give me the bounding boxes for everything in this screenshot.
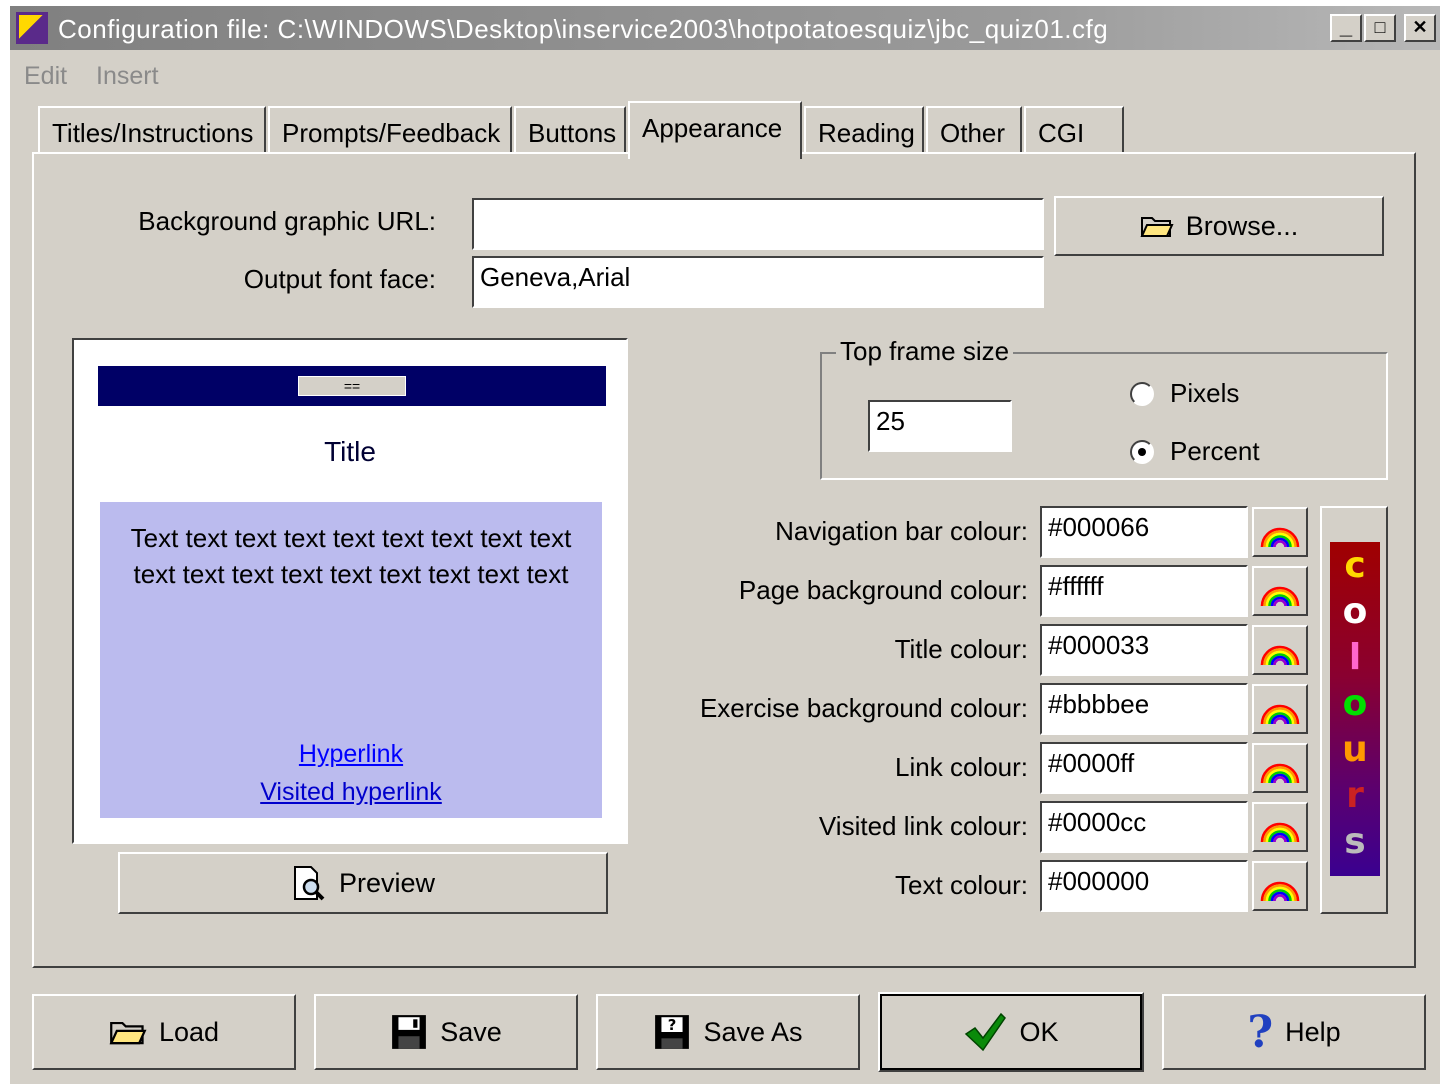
folder-open-icon <box>109 1021 147 1045</box>
help-button[interactable]: ? Help <box>1162 994 1426 1070</box>
folder-icon <box>1140 217 1174 237</box>
colour-label: Page background colour: <box>738 575 1028 605</box>
tab-titles-instructions[interactable]: Titles/Instructions <box>38 106 266 154</box>
tab-buttons[interactable]: Buttons <box>514 106 626 154</box>
colour-picker-button[interactable] <box>1252 566 1308 616</box>
preview-button[interactable]: Preview <box>118 852 608 914</box>
appearance-preview: == Title Text text text text text text t… <box>72 338 628 844</box>
colour-label: Visited link colour: <box>818 811 1028 841</box>
tab-reading[interactable]: Reading <box>804 106 924 154</box>
colour-picker-button[interactable] <box>1252 684 1308 734</box>
preview-hyperlink: Hyperlink <box>298 740 404 768</box>
colour-input[interactable]: #ffffff <box>1040 565 1248 617</box>
percent-radio[interactable] <box>1130 440 1154 464</box>
rainbow-icon <box>1258 515 1302 554</box>
colour-picker-button[interactable] <box>1252 861 1308 911</box>
colour-input[interactable]: #000066 <box>1040 506 1248 558</box>
percent-label: Percent <box>1170 436 1260 466</box>
menu-insert[interactable]: Insert <box>96 62 159 91</box>
colour-picker-button[interactable] <box>1252 625 1308 675</box>
pixels-radio[interactable] <box>1130 382 1154 406</box>
title-bar[interactable]: Configuration file: C:\WINDOWS\Desktop\i… <box>10 6 1440 50</box>
menu-bar: Edit Insert <box>10 56 1440 96</box>
menu-edit[interactable]: Edit <box>24 62 67 91</box>
checkmark-icon <box>965 1012 1007 1052</box>
pixels-label: Pixels <box>1170 378 1240 408</box>
colour-label: Navigation bar colour: <box>775 516 1028 546</box>
bg-url-label: Background graphic URL: <box>138 206 436 236</box>
preview-exercise-area: Text text text text text text text text … <box>100 502 602 818</box>
close-button[interactable]: ✕ <box>1404 14 1436 42</box>
preview-nav-bar: == <box>98 366 606 406</box>
colour-input[interactable]: #000033 <box>1040 624 1248 676</box>
colour-label: Title colour: <box>894 634 1028 664</box>
colours-graphic: colours <box>1330 542 1380 876</box>
colour-label: Text colour: <box>895 870 1028 900</box>
colour-label: Exercise background colour: <box>699 693 1028 723</box>
minimize-button[interactable]: _ <box>1330 14 1362 42</box>
preview-body-text: Text text text text text text text text … <box>130 523 572 589</box>
help-question-icon: ? <box>1247 1006 1274 1058</box>
app-icon <box>16 12 48 44</box>
save-button[interactable]: Save <box>314 994 578 1070</box>
colours-button[interactable]: colours <box>1320 506 1388 914</box>
floppy-disk-icon <box>392 1015 427 1049</box>
tab-appearance[interactable]: Appearance <box>628 101 802 159</box>
colours-letter: o <box>1342 591 1368 632</box>
browse-button[interactable]: Browse... <box>1054 196 1384 256</box>
colour-picker-button[interactable] <box>1252 507 1308 557</box>
font-face-label: Output font face: <box>243 264 436 294</box>
colour-picker-button[interactable] <box>1252 743 1308 793</box>
top-frame-size-group: Top frame size 25 Pixels Percent <box>820 336 1388 480</box>
rainbow-icon <box>1258 574 1302 613</box>
tab-prompts-feedback[interactable]: Prompts/Feedback <box>268 106 512 154</box>
rainbow-icon <box>1258 633 1302 672</box>
save-as-button[interactable]: ? Save As <box>596 994 860 1070</box>
font-face-input[interactable]: Geneva,Arial <box>472 256 1044 308</box>
tab-cgi[interactable]: CGI <box>1024 106 1124 154</box>
rainbow-icon <box>1258 692 1302 731</box>
window-title: Configuration file: C:\WINDOWS\Desktop\i… <box>58 14 1109 44</box>
colours-letter: u <box>1342 729 1368 770</box>
preview-nav-button: == <box>298 376 406 396</box>
rainbow-icon <box>1258 869 1302 908</box>
colour-input[interactable]: #bbbbee <box>1040 683 1248 735</box>
preview-visited-hyperlink: Visited hyperlink <box>260 778 442 806</box>
config-window: Configuration file: C:\WINDOWS\Desktop\i… <box>10 6 1440 1084</box>
save-as-icon: ? <box>655 1015 690 1049</box>
colour-input[interactable]: #0000cc <box>1040 801 1248 853</box>
colour-picker-button[interactable] <box>1252 802 1308 852</box>
bg-url-input[interactable] <box>472 198 1044 250</box>
svg-text:?: ? <box>668 1017 677 1034</box>
ok-button[interactable]: OK <box>878 992 1144 1072</box>
rainbow-icon <box>1258 810 1302 849</box>
colour-label: Link colour: <box>895 752 1028 782</box>
colour-input[interactable]: #000000 <box>1040 860 1248 912</box>
colour-input[interactable]: #0000ff <box>1040 742 1248 794</box>
preview-magnifier-icon <box>293 866 325 901</box>
top-frame-size-input[interactable]: 25 <box>868 400 1012 452</box>
load-button[interactable]: Load <box>32 994 296 1070</box>
colours-letter: c <box>1344 545 1366 586</box>
tab-other[interactable]: Other <box>926 106 1022 154</box>
colours-letter: r <box>1346 775 1364 816</box>
colours-letter: o <box>1342 683 1368 724</box>
maximize-button[interactable]: □ <box>1364 14 1396 42</box>
colours-letter: s <box>1344 821 1366 862</box>
top-frame-size-label: Top frame size <box>836 336 1014 367</box>
preview-title: Title <box>324 436 376 467</box>
colours-letter: l <box>1348 637 1362 678</box>
rainbow-icon <box>1258 751 1302 790</box>
